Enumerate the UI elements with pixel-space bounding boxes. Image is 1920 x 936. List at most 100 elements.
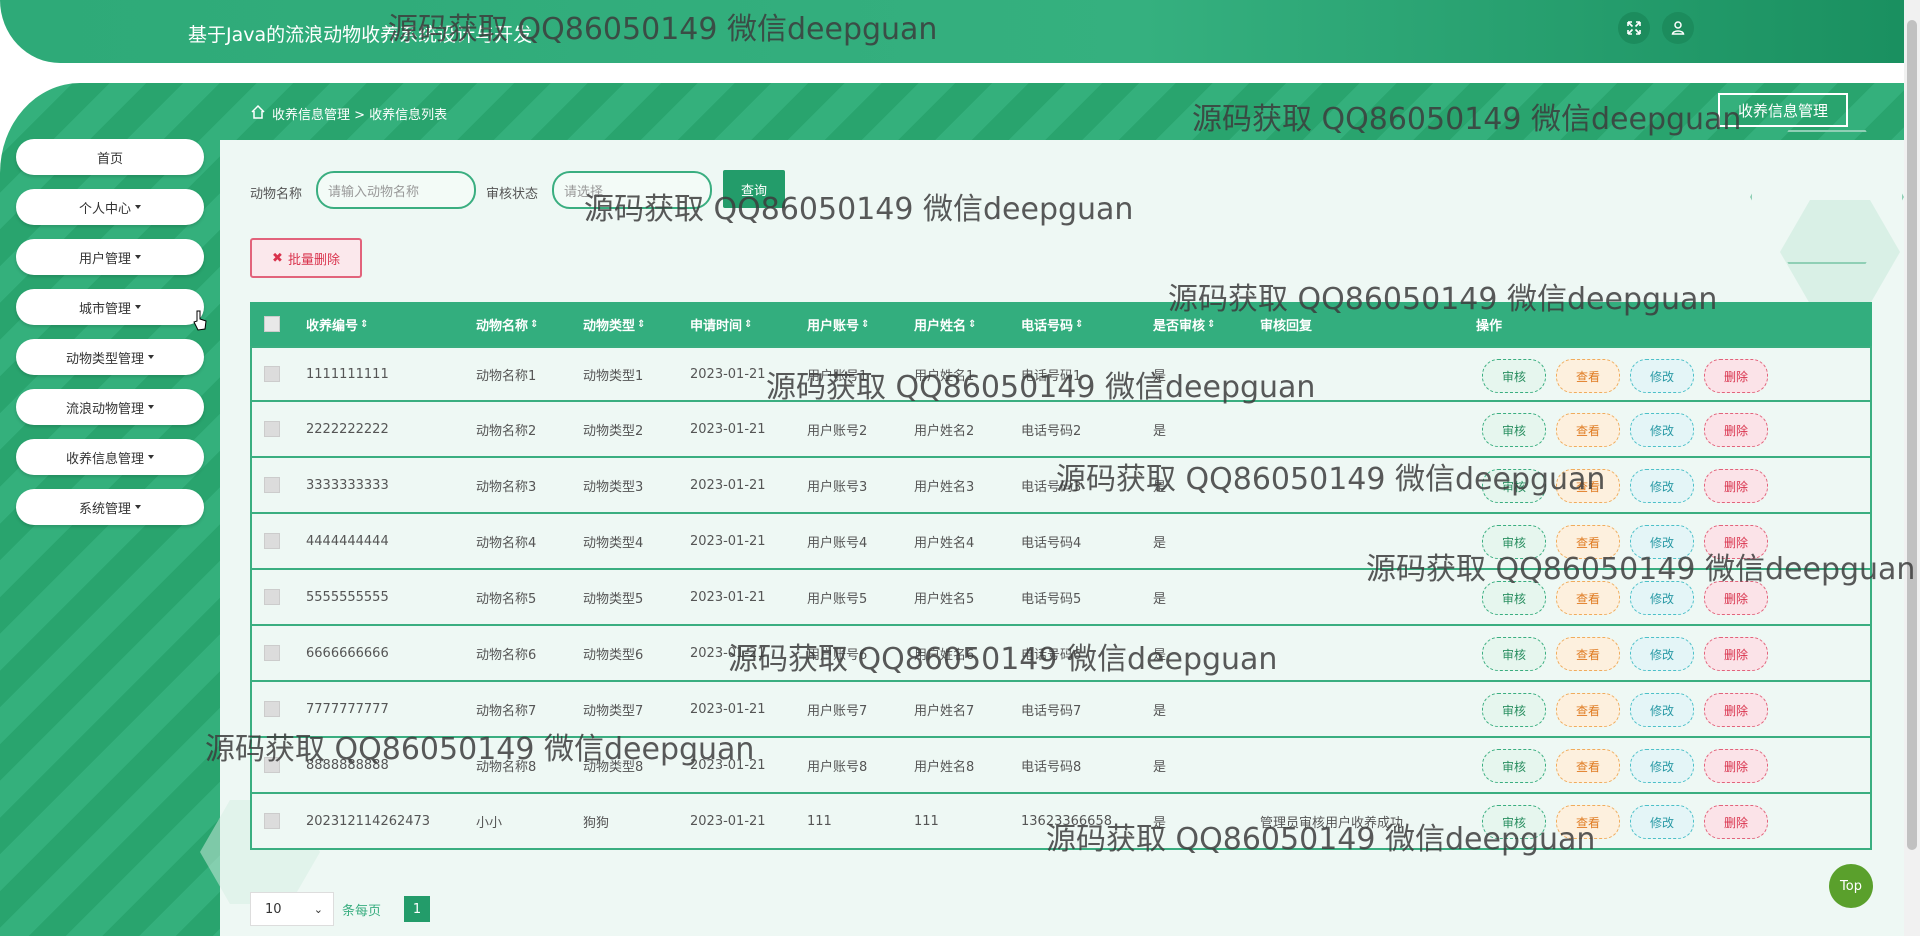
watermark: 源码获取 QQ86050149 微信deepguan [1056, 462, 1606, 497]
breadcrumb-text[interactable]: 收养信息管理 > 收养信息列表 [272, 104, 447, 123]
edit-button[interactable]: 修改 [1630, 749, 1694, 783]
animal-name-input[interactable]: 请输入动物名称 [316, 171, 476, 209]
view-button[interactable]: 查看 [1556, 637, 1620, 671]
edit-button[interactable]: 修改 [1630, 413, 1694, 447]
audit-button[interactable]: 审核 [1482, 637, 1546, 671]
checkbox[interactable] [264, 533, 280, 549]
checkbox[interactable] [264, 477, 280, 493]
checkbox[interactable] [264, 701, 280, 717]
sidebar-item-label: 动物类型管理 [65, 351, 144, 367]
row-checkbox[interactable] [264, 794, 280, 848]
view-button[interactable]: 查看 [1556, 413, 1620, 447]
cell-animal-type: 动物类型3 [583, 479, 644, 495]
audit-button[interactable]: 审核 [1482, 693, 1546, 727]
delete-button[interactable]: 删除 [1704, 805, 1768, 839]
column-header[interactable]: 电话号码 ⇕ [1021, 302, 1083, 346]
cell-animal-name: 动物名称3 [476, 479, 537, 495]
delete-button[interactable]: 删除 [1704, 359, 1768, 393]
edit-button[interactable]: 修改 [1630, 469, 1694, 503]
table-body: 1111111111 动物名称1 动物类型1 2023-01-21 用户账号1 … [250, 346, 1872, 850]
edit-button[interactable]: 修改 [1630, 359, 1694, 393]
delete-button[interactable]: 删除 [1704, 693, 1768, 727]
edit-button[interactable]: 修改 [1630, 637, 1694, 671]
cell-apply-date: 2023-01-21 [690, 589, 766, 605]
row-checkbox[interactable] [264, 348, 280, 400]
view-button[interactable]: 查看 [1556, 693, 1620, 727]
checkbox[interactable] [264, 316, 280, 332]
watermark: 源码获取 QQ86050149 微信deepguan [388, 12, 938, 47]
sidebar-item-adoption-management[interactable]: 收养信息管理 [16, 439, 204, 475]
delete-button[interactable]: 删除 [1704, 469, 1768, 503]
audit-button[interactable]: 审核 [1482, 359, 1546, 393]
edit-button[interactable]: 修改 [1630, 805, 1694, 839]
header-label: 动物名称 [476, 318, 529, 334]
watermark: 源码获取 QQ86050149 微信deepguan [1366, 552, 1916, 587]
sidebar-item-user-management[interactable]: 用户管理 [16, 239, 204, 275]
column-header[interactable]: 动物类型 ⇕ [583, 302, 645, 346]
audit-button[interactable]: 审核 [1482, 749, 1546, 783]
view-button[interactable]: 查看 [1556, 359, 1620, 393]
cell-phone: 电话号码7 [1021, 703, 1082, 719]
back-to-top-button[interactable]: Top [1829, 864, 1873, 908]
sidebar-item-home[interactable]: 首页 [16, 139, 204, 175]
delete-button[interactable]: 删除 [1704, 637, 1768, 671]
sort-icon: ⇕ [1207, 318, 1216, 330]
cell-audited: 是 [1153, 759, 1167, 775]
column-header[interactable]: 申请时间 ⇕ [690, 302, 752, 346]
sidebar-item-animal-type-management[interactable]: 动物类型管理 [16, 339, 204, 375]
sidebar-item-label: 流浪动物管理 [65, 401, 144, 417]
scrollbar-thumb[interactable] [1907, 20, 1917, 850]
row-checkbox[interactable] [264, 514, 280, 568]
delete-button[interactable]: 删除 [1704, 749, 1768, 783]
sidebar-item-stray-animal-management[interactable]: 流浪动物管理 [16, 389, 204, 425]
checkbox[interactable] [264, 421, 280, 437]
cell-apply-date: 2023-01-21 [690, 477, 766, 493]
checkbox[interactable] [264, 589, 280, 605]
delete-button[interactable]: 删除 [1704, 413, 1768, 447]
bulk-delete-label: 批量删除 [287, 252, 340, 268]
audit-button[interactable]: 审核 [1482, 413, 1546, 447]
row-checkbox[interactable] [264, 570, 280, 624]
cell-apply-date: 2023-01-21 [690, 366, 766, 382]
header-label: 电话号码 [1021, 318, 1074, 334]
select-all-checkbox[interactable] [264, 302, 280, 346]
column-header[interactable]: 动物名称 ⇕ [476, 302, 538, 346]
cell-animal-name: 动物名称6 [476, 647, 537, 663]
checkbox[interactable] [264, 813, 280, 829]
watermark: 源码获取 QQ86050149 微信deepguan [584, 192, 1134, 227]
view-button[interactable]: 查看 [1556, 749, 1620, 783]
row-checkbox[interactable] [264, 402, 280, 456]
user-icon[interactable] [1662, 12, 1694, 44]
cell-phone: 电话号码2 [1021, 423, 1082, 439]
edit-button[interactable]: 修改 [1630, 693, 1694, 727]
checkbox[interactable] [264, 645, 280, 661]
bulk-delete-button[interactable]: ✖ 批量删除 [250, 238, 362, 278]
row-checkbox[interactable] [264, 458, 280, 512]
row-checkbox[interactable] [264, 626, 280, 680]
fullscreen-icon[interactable] [1618, 12, 1650, 44]
close-icon: ✖ [272, 250, 283, 266]
sidebar-item-personal-center[interactable]: 个人中心 [16, 189, 204, 225]
cell-phone: 电话号码8 [1021, 759, 1082, 775]
sort-icon: ⇕ [744, 318, 753, 330]
column-header[interactable]: 用户账号 ⇕ [807, 302, 869, 346]
page-number-button[interactable]: 1 [404, 896, 430, 922]
column-header[interactable]: 收养编号 ⇕ [306, 302, 368, 346]
checkbox[interactable] [264, 366, 280, 382]
caret-down-icon [135, 255, 141, 259]
column-header[interactable]: 用户姓名 ⇕ [914, 302, 976, 346]
caret-down-icon [135, 505, 141, 509]
cell-audited: 是 [1153, 423, 1167, 439]
table-row[interactable]: 2222222222 动物名称2 动物类型2 2023-01-21 用户账号2 … [250, 402, 1872, 458]
cell-apply-date: 2023-01-21 [690, 421, 766, 437]
cell-animal-type: 动物类型5 [583, 591, 644, 607]
per-page-label: 条每页 [342, 904, 382, 919]
sidebar-item-label: 个人中心 [78, 201, 131, 217]
page-size-select[interactable]: 10 ⌄ [250, 892, 334, 926]
sidebar-item-system-management[interactable]: 系统管理 [16, 489, 204, 525]
watermark: 源码获取 QQ86050149 微信deepguan [205, 732, 755, 767]
home-icon[interactable] [250, 104, 266, 120]
sidebar-item-city-management[interactable]: 城市管理 [16, 289, 204, 325]
cell-user-account: 111 [807, 813, 832, 829]
cell-animal-name: 动物名称5 [476, 591, 537, 607]
